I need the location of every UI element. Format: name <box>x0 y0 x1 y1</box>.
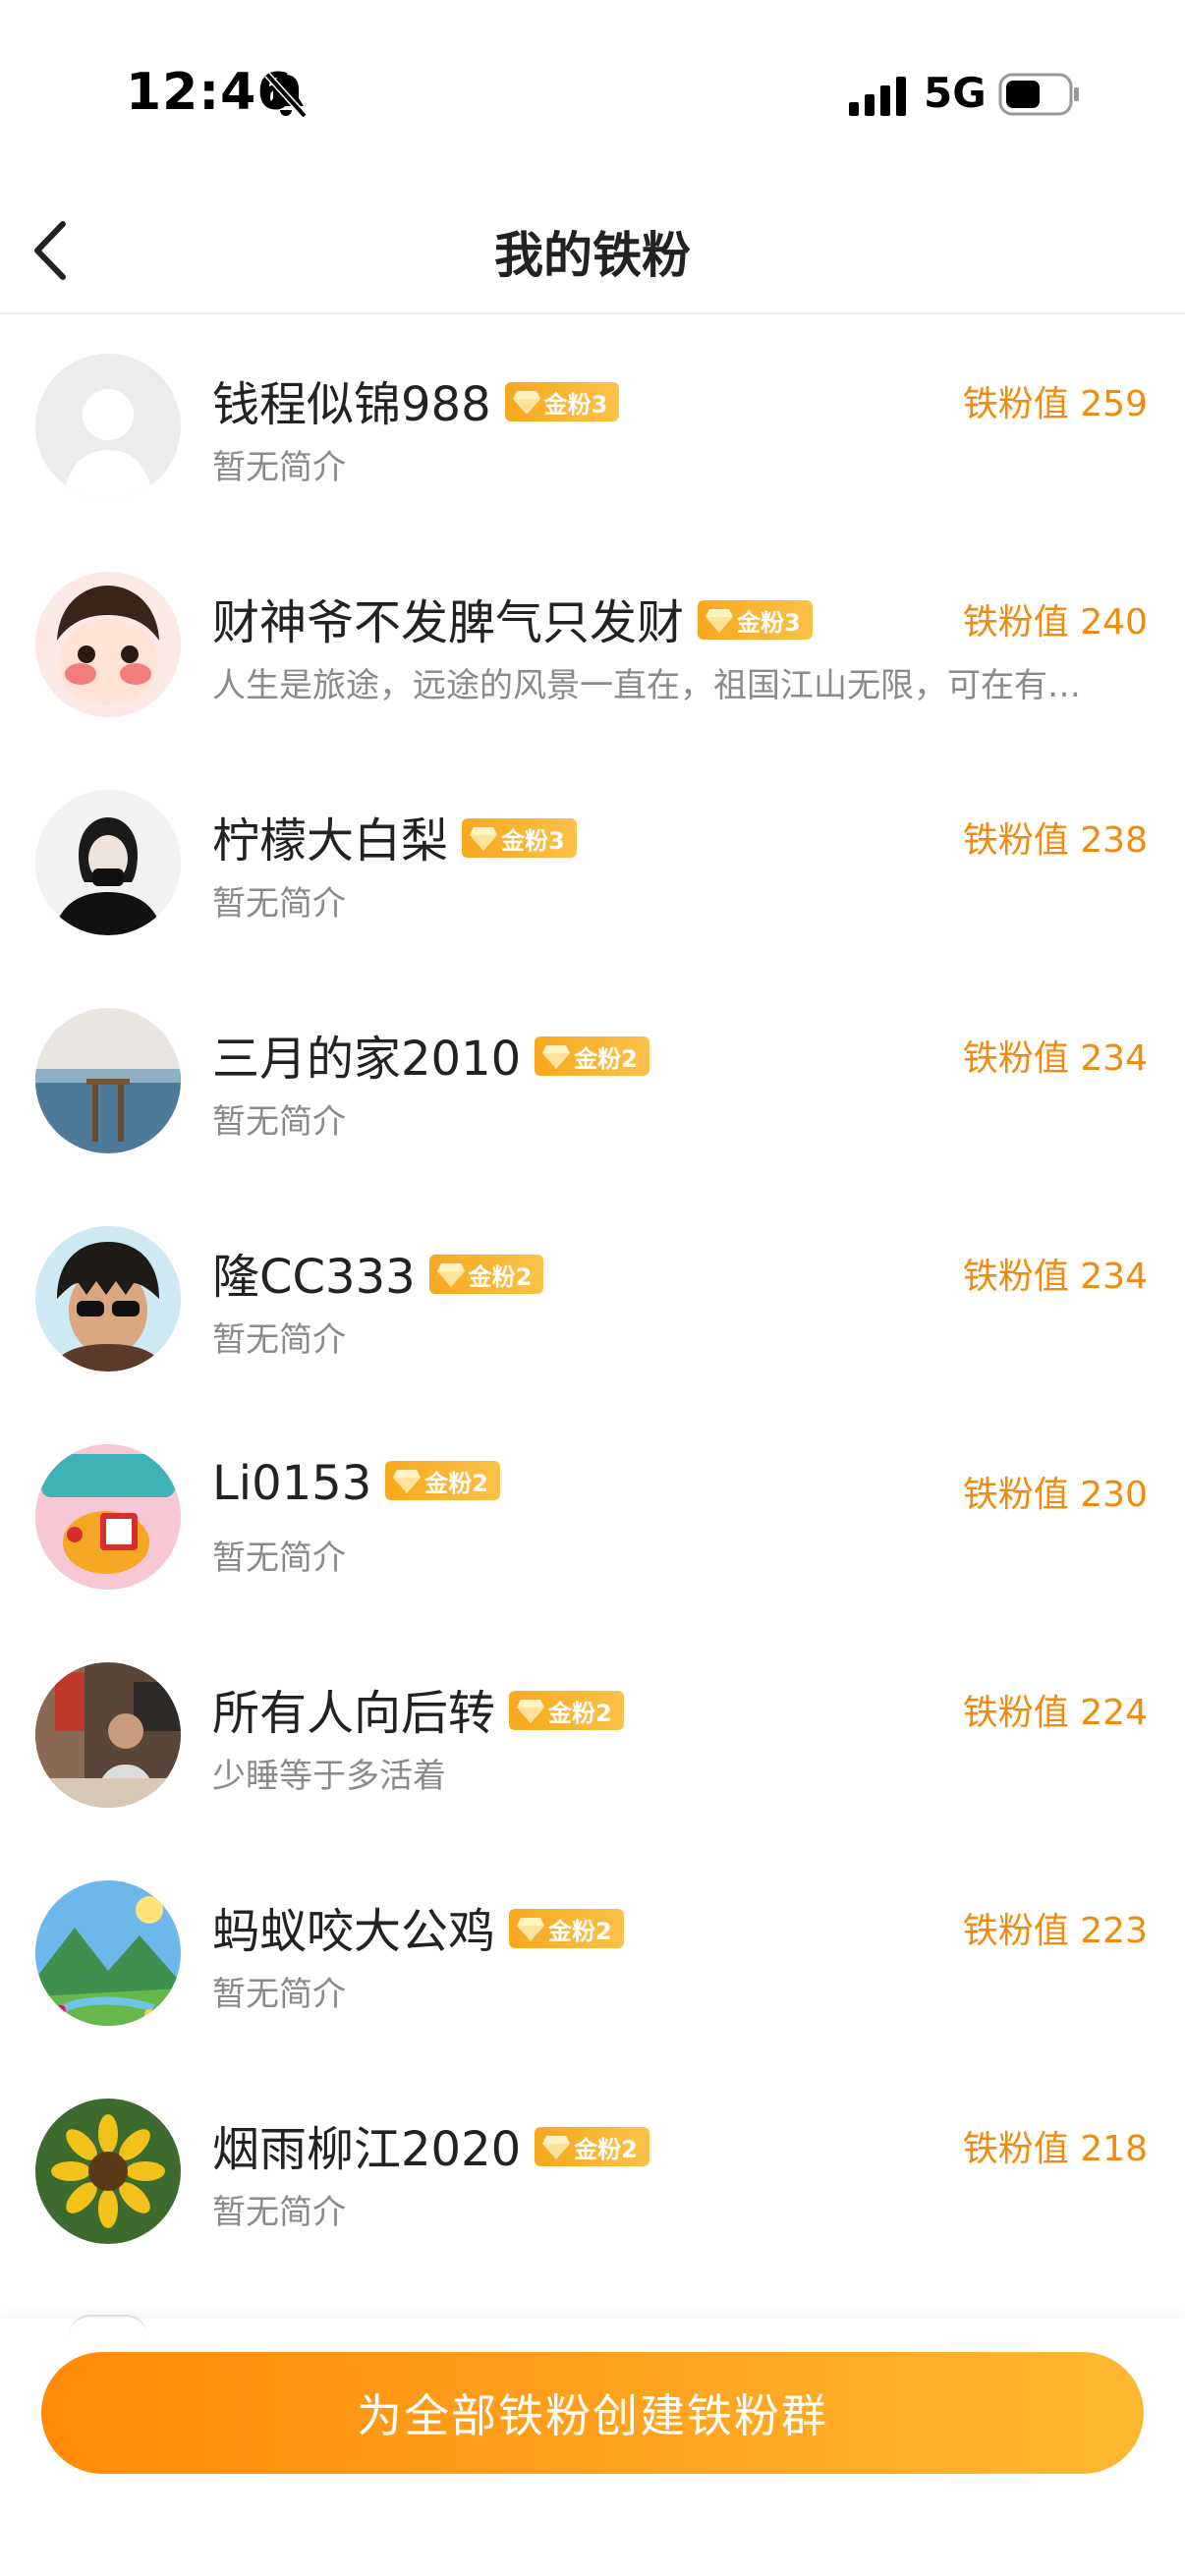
avatar[interactable] <box>35 1008 181 1153</box>
fan-name: 蚂蚁咬大公鸡 金粉2 <box>212 1892 624 1961</box>
fan-score: 铁粉值 223 <box>962 1911 1148 1951</box>
avatar[interactable] <box>35 1444 181 1590</box>
fan-level-badge: 金粉3 <box>462 818 577 858</box>
fan-level-badge: 金粉2 <box>385 1461 500 1500</box>
fan-name: 柠檬大白梨 金粉3 <box>212 802 577 870</box>
fan-bio: 暂无简介 <box>212 1102 346 1142</box>
fan-score: 铁粉值 234 <box>962 1257 1148 1297</box>
fan-bio: 暂无简介 <box>212 1320 346 1360</box>
fan-name: 钱程似锦988 金粉3 <box>212 365 620 434</box>
avatar[interactable] <box>35 1880 181 2026</box>
gem-icon <box>470 827 498 851</box>
fan-bio: 暂无简介 <box>212 1975 346 2014</box>
fan-bio: 暂无简介 <box>212 448 346 487</box>
gem-icon <box>512 391 540 415</box>
fan-bio: 人生是旅途，远途的风景一直在，祖国江山无限，可在有… <box>212 666 1081 705</box>
create-fan-group-button[interactable]: 为全部铁粉创建铁粉群 <box>41 2352 1144 2474</box>
fan-bio: 暂无简介 <box>212 2193 346 2232</box>
fan-row[interactable]: 隆CC333 金粉2 暂无简介 铁粉值 234 <box>0 1187 1185 1405</box>
fan-name: 三月的家2010 金粉2 <box>212 1020 649 1089</box>
nav-bar: 我的铁粉 <box>0 187 1185 314</box>
avatar <box>69 2315 147 2336</box>
gem-icon <box>393 1470 422 1493</box>
fan-name: 财神爷不发脾气只发财 金粉3 <box>212 584 813 652</box>
fan-row[interactable]: 财神爷不发脾气只发财 金粉3 人生是旅途，远途的风景一直在，祖国江山无限，可在有…… <box>0 532 1185 751</box>
fan-row[interactable]: 三月的家2010 金粉2 暂无简介 铁粉值 234 <box>0 969 1185 1187</box>
bell-slash-icon <box>264 72 308 119</box>
gem-icon <box>542 2136 571 2159</box>
fan-row[interactable]: 蚂蚁咬大公鸡 金粉2 暂无简介 铁粉值 223 <box>0 1841 1185 2059</box>
fan-level-badge: 金粉2 <box>428 1255 544 1294</box>
avatar[interactable] <box>35 572 181 717</box>
fan-name: 隆CC333 金粉2 <box>212 1238 544 1307</box>
signal-icon <box>849 77 906 116</box>
fan-bio: 暂无简介 <box>212 884 346 924</box>
fan-level-badge: 金粉2 <box>509 1691 624 1730</box>
fan-score: 铁粉值 218 <box>962 2129 1148 2169</box>
gem-icon <box>705 609 734 633</box>
fan-level-badge: 金粉2 <box>535 2127 649 2166</box>
avatar[interactable] <box>35 2099 181 2244</box>
fan-row[interactable]: 钱程似锦988 金粉3 暂无简介 铁粉值 259 <box>0 314 1185 532</box>
fan-row[interactable]: 所有人向后转 金粉2 少睡等于多活着 铁粉值 224 <box>0 1623 1185 1841</box>
fan-level-badge: 金粉2 <box>535 1036 649 1076</box>
fan-level-badge: 金粉3 <box>504 382 620 421</box>
fan-row[interactable]: 烟雨柳江2020 金粉2 暂无简介 铁粉值 218 <box>0 2059 1185 2277</box>
fan-score: 铁粉值 240 <box>962 602 1148 643</box>
avatar[interactable] <box>35 790 181 935</box>
fan-score: 铁粉值 259 <box>962 384 1148 424</box>
page-title: 我的铁粉 <box>494 227 691 284</box>
fan-name: Li0153 金粉2 <box>212 1456 500 1511</box>
battery-icon <box>998 73 1079 116</box>
fan-score: 铁粉值 224 <box>962 1693 1148 1733</box>
avatar[interactable] <box>35 1662 181 1808</box>
status-bar: 12:46 5G <box>0 0 1185 187</box>
fan-row[interactable]: Li0153 金粉2 暂无简介 铁粉值 230 <box>0 1405 1185 1623</box>
fan-list: 钱程似锦988 金粉3 暂无简介 铁粉值 259 财神爷不发脾气只发财 金粉3 人生… <box>0 314 1185 2277</box>
avatar[interactable] <box>35 1226 181 1372</box>
fans-page: 12:46 5G 我的铁粉 钱程似锦988 金粉3 暂无简介 铁粉值 259 财… <box>0 0 1185 2576</box>
gem-icon <box>517 1918 545 1941</box>
fan-score: 铁粉值 230 <box>962 1475 1148 1515</box>
network-label: 5G <box>924 69 987 117</box>
fan-name: 烟雨柳江2020 金粉2 <box>212 2110 649 2179</box>
fan-score: 铁粉值 238 <box>962 820 1148 861</box>
gem-icon <box>542 1045 571 1069</box>
fan-bio: 少睡等于多活着 <box>212 1757 446 1796</box>
fan-row[interactable]: 柠檬大白梨 金粉3 暂无简介 铁粉值 238 <box>0 751 1185 969</box>
gem-icon <box>517 1700 545 1723</box>
fan-score: 铁粉值 234 <box>962 1038 1148 1079</box>
fan-level-badge: 金粉3 <box>698 600 813 640</box>
gem-icon <box>436 1263 465 1287</box>
fan-level-badge: 金粉2 <box>509 1909 624 1948</box>
fan-name: 所有人向后转 金粉2 <box>212 1674 624 1743</box>
fan-bio: 暂无简介 <box>212 1539 346 1578</box>
avatar[interactable] <box>35 354 181 499</box>
